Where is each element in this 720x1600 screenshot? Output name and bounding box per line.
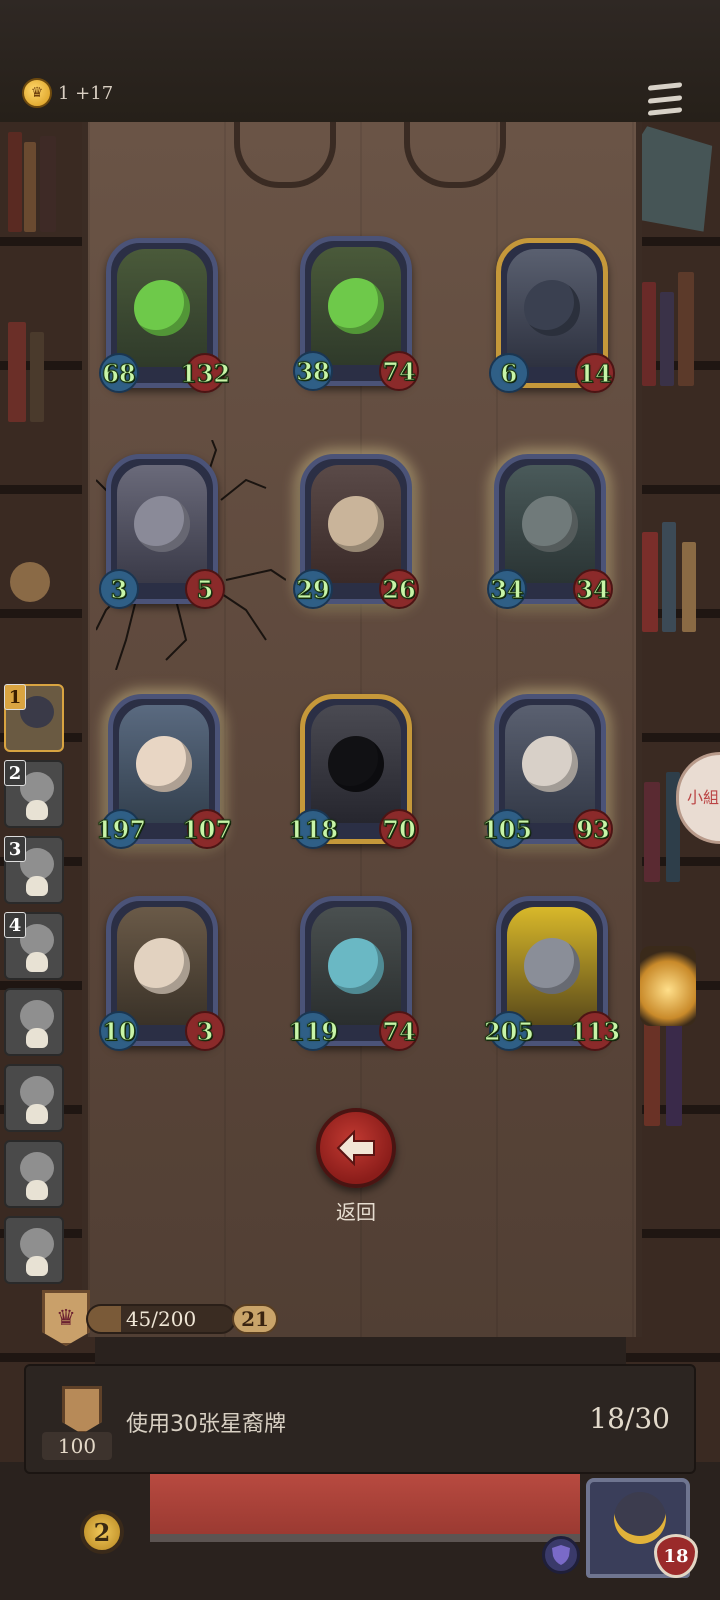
xp-bar: 45/200 bbox=[86, 1304, 236, 1334]
attack-stat: 119 bbox=[287, 1011, 339, 1051]
card[interactable]: 34 34 bbox=[487, 454, 613, 609]
attack-stat: 105 bbox=[481, 809, 533, 849]
card-portrait bbox=[507, 907, 597, 1025]
roster-number: 4 bbox=[4, 912, 26, 938]
card-portrait bbox=[505, 465, 595, 583]
card-portrait bbox=[311, 465, 401, 583]
roster-slot[interactable] bbox=[4, 1140, 64, 1208]
card-portrait bbox=[119, 705, 209, 823]
gold-counter[interactable]: 2 bbox=[80, 1510, 124, 1554]
card-portrait bbox=[507, 249, 597, 367]
health-stat: 74 bbox=[379, 1011, 419, 1051]
roster-number: 3 bbox=[4, 836, 26, 862]
health-stat: 132 bbox=[179, 353, 231, 393]
roster-slot[interactable] bbox=[4, 1064, 64, 1132]
coin-text: 1 +17 bbox=[58, 82, 114, 104]
skull-icon bbox=[26, 1028, 48, 1048]
health-stat: 34 bbox=[573, 569, 613, 609]
xp-text: 45/200 bbox=[125, 1307, 197, 1331]
attack-stat: 6 bbox=[489, 353, 529, 393]
skull-icon bbox=[26, 1180, 48, 1200]
card-portrait bbox=[505, 705, 595, 823]
card[interactable]: 205 113 bbox=[483, 896, 621, 1051]
health-stat: 113 bbox=[569, 1011, 621, 1051]
card[interactable]: 38 74 bbox=[293, 236, 419, 391]
hamburger-menu-icon[interactable] bbox=[648, 82, 682, 116]
attack-stat: 197 bbox=[95, 809, 147, 849]
roster-number: 1 bbox=[4, 684, 26, 710]
card[interactable]: 6 14 bbox=[489, 238, 615, 393]
card-portrait bbox=[117, 249, 207, 367]
card[interactable]: 3 5 bbox=[99, 454, 225, 609]
crown-coin-icon: ♛ bbox=[22, 78, 52, 108]
attack-stat: 3 bbox=[99, 569, 139, 609]
back-button[interactable] bbox=[316, 1108, 396, 1188]
top-bar: ♛ 1 +17 bbox=[0, 0, 720, 125]
carpet bbox=[150, 1474, 580, 1542]
skull-icon bbox=[26, 1256, 48, 1276]
quest-panel[interactable]: 100 使用30张星裔牌 18/30 bbox=[24, 1364, 696, 1474]
attack-stat: 38 bbox=[293, 351, 333, 391]
quest-progress: 18/30 bbox=[589, 1402, 670, 1435]
attack-stat: 29 bbox=[293, 569, 333, 609]
card[interactable]: 105 93 bbox=[481, 694, 613, 849]
quest-reward: 100 bbox=[42, 1432, 112, 1460]
attack-stat: 68 bbox=[99, 353, 139, 393]
card[interactable]: 118 70 bbox=[287, 694, 419, 849]
health-stat: 26 bbox=[379, 569, 419, 609]
card[interactable]: 10 3 bbox=[99, 896, 225, 1051]
attack-stat: 118 bbox=[287, 809, 339, 849]
attack-stat: 34 bbox=[487, 569, 527, 609]
attack-stat: 10 bbox=[99, 1011, 139, 1051]
attack-stat: 205 bbox=[483, 1011, 535, 1051]
crown-badge-icon bbox=[62, 1386, 102, 1434]
back-label: 返回 bbox=[336, 1200, 376, 1224]
roster-slot[interactable] bbox=[4, 988, 64, 1056]
quest-text: 使用30张星裔牌 bbox=[126, 1412, 286, 1437]
health-stat: 14 bbox=[575, 353, 615, 393]
health-stat: 5 bbox=[185, 569, 225, 609]
roster-slot[interactable]: 4 bbox=[4, 912, 64, 980]
card[interactable]: 119 74 bbox=[287, 896, 419, 1051]
level-badge: 21 bbox=[232, 1304, 278, 1334]
hero-portrait bbox=[614, 1492, 666, 1544]
coin-counter: ♛ 1 +17 bbox=[22, 78, 113, 108]
card-portrait bbox=[311, 907, 401, 1025]
card[interactable]: 68 132 bbox=[99, 238, 231, 393]
card-portrait bbox=[311, 247, 401, 365]
arrow-left-icon bbox=[336, 1129, 375, 1167]
health-stat: 3 bbox=[185, 1011, 225, 1051]
health-stat: 107 bbox=[181, 809, 233, 849]
skull-icon bbox=[26, 952, 48, 972]
lantern-decoration bbox=[640, 946, 696, 1026]
roster-slot[interactable] bbox=[4, 1216, 64, 1284]
skull-icon bbox=[26, 800, 48, 820]
card-portrait bbox=[117, 907, 207, 1025]
roster-slot[interactable]: 2 bbox=[4, 760, 64, 828]
roster-slot[interactable]: 1 bbox=[4, 684, 64, 752]
roster-slot[interactable]: 3 bbox=[4, 836, 64, 904]
shield-icon[interactable] bbox=[542, 1536, 580, 1574]
health-stat: 70 bbox=[379, 809, 419, 849]
skull-icon bbox=[26, 876, 48, 896]
health-stat: 74 bbox=[379, 351, 419, 391]
roster-number: 2 bbox=[4, 760, 26, 786]
health-stat: 93 bbox=[573, 809, 613, 849]
card-portrait bbox=[117, 465, 207, 583]
card[interactable]: 197 107 bbox=[95, 694, 233, 849]
skull-icon bbox=[26, 1104, 48, 1124]
card-portrait bbox=[311, 705, 401, 823]
card[interactable]: 29 26 bbox=[293, 454, 419, 609]
